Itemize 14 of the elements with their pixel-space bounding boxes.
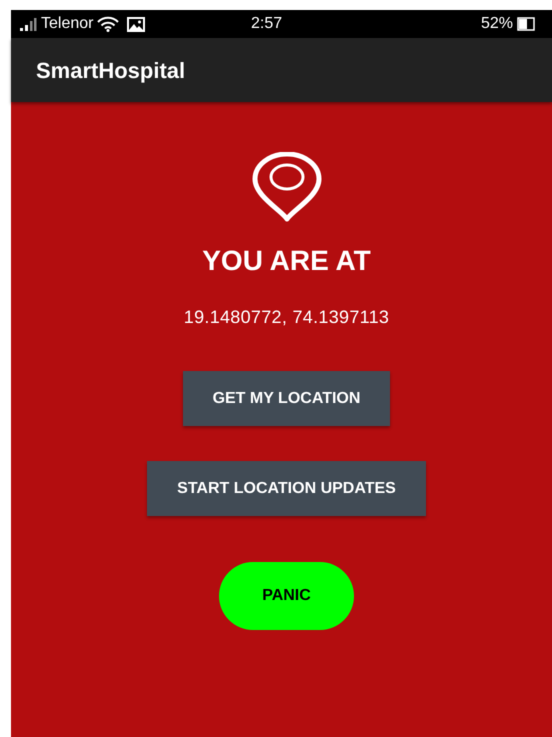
- battery-percent: 52%: [481, 14, 514, 34]
- signal-icon: [19, 17, 37, 31]
- carrier-name: Telenor: [41, 14, 94, 34]
- app-title: SmartHospital: [36, 56, 186, 85]
- panic-button[interactable]: PANIC: [219, 562, 354, 630]
- location-heading: YOU ARE AT: [202, 244, 371, 278]
- action-button[interactable]: START LOCATION UPDATES: [147, 461, 426, 516]
- location-pin-icon: [250, 152, 322, 222]
- clock-time: 2:57: [251, 14, 284, 34]
- wifi-icon: [97, 16, 120, 32]
- coordinates-text: 19.1480772, 74.1397113: [184, 306, 390, 329]
- battery-icon: [517, 17, 536, 31]
- action-button[interactable]: GET MY LOCATION: [182, 371, 390, 426]
- image-icon: [127, 16, 146, 32]
